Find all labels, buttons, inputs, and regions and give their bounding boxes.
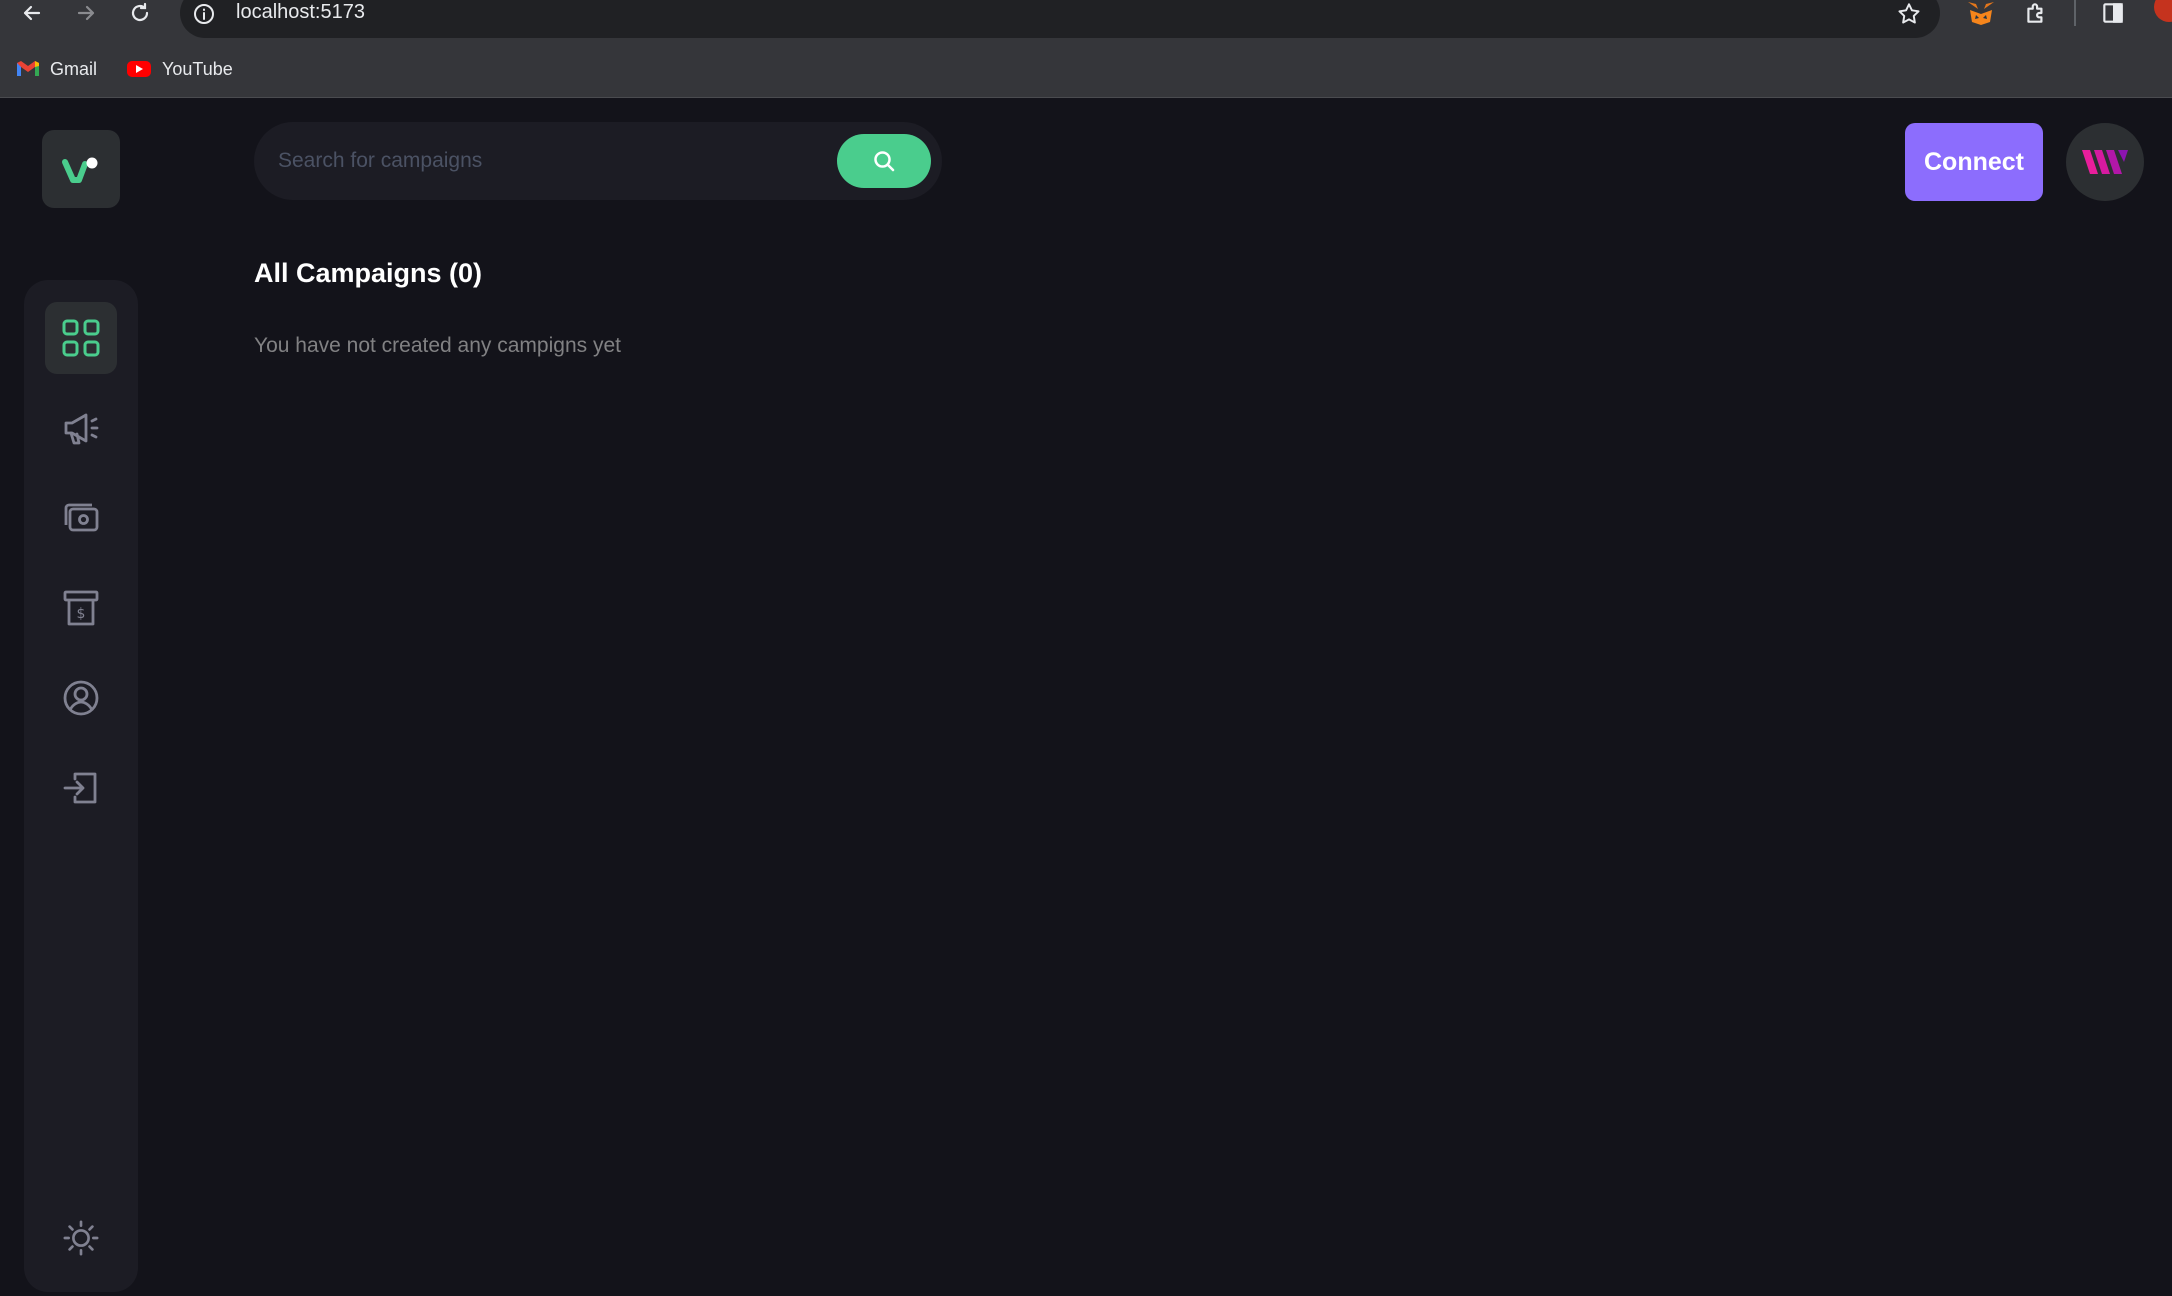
metamask-fox-icon[interactable] [1966, 0, 1996, 31]
sidebar-item-dashboard[interactable] [45, 302, 117, 374]
sun-icon [63, 1220, 99, 1256]
brand-avatar-icon [2082, 150, 2128, 174]
sidebar: $ [24, 280, 138, 1292]
sidebar-item-logout[interactable] [45, 752, 117, 824]
profile-icon [63, 680, 99, 716]
back-button[interactable] [14, 0, 50, 26]
bookmark-youtube[interactable]: YouTube [126, 54, 233, 84]
sidebar-item-payment[interactable] [45, 482, 117, 554]
forward-button[interactable] [68, 0, 104, 26]
profile-avatar-icon[interactable] [2154, 0, 2172, 22]
sidebar-item-campaign[interactable] [45, 392, 117, 464]
side-panel-icon[interactable] [2100, 0, 2126, 31]
bookmarks-bar: Gmail YouTube [0, 42, 2172, 98]
logout-icon [63, 772, 97, 804]
youtube-icon [127, 61, 151, 77]
search-input[interactable] [278, 136, 818, 186]
payment-icon [64, 503, 99, 532]
search-icon [874, 151, 895, 172]
back-arrow-icon [23, 5, 41, 21]
url-text: localhost:5173 [236, 1, 365, 23]
sidebar-item-withdraw[interactable]: $ [45, 572, 117, 644]
reload-button[interactable] [122, 0, 158, 26]
extensions-puzzle-icon[interactable] [2022, 0, 2050, 31]
empty-state-message: You have not created any campigns yet [254, 334, 621, 357]
page-title: All Campaigns (0) [254, 258, 483, 288]
address-bar[interactable]: localhost:5173 [180, 0, 1940, 38]
user-avatar[interactable] [2066, 123, 2144, 201]
connect-button[interactable]: Connect [1905, 123, 2043, 201]
bookmark-label: YouTube [162, 58, 233, 79]
svg-text:$: $ [77, 606, 86, 622]
theme-toggle-button[interactable] [45, 1202, 117, 1274]
search-button[interactable] [837, 134, 931, 188]
grid-icon [62, 319, 100, 357]
logo-icon [62, 157, 98, 183]
megaphone-icon [64, 413, 99, 445]
bookmark-star-icon[interactable] [1896, 1, 1922, 32]
search-bar [254, 122, 942, 200]
browser-toolbar: localhost:5173 [0, 0, 2172, 42]
toolbar-divider [2074, 0, 2076, 26]
sidebar-item-profile[interactable] [45, 662, 117, 734]
logo-button[interactable] [42, 130, 120, 208]
bookmark-gmail[interactable]: Gmail [16, 54, 97, 84]
withdraw-icon: $ [63, 590, 99, 626]
site-info-icon[interactable] [192, 2, 216, 31]
bookmark-label: Gmail [50, 58, 98, 79]
reload-icon [131, 2, 149, 22]
app-root: $ Connect [0, 98, 2172, 1296]
forward-arrow-icon [77, 5, 95, 21]
gmail-icon [17, 61, 39, 76]
